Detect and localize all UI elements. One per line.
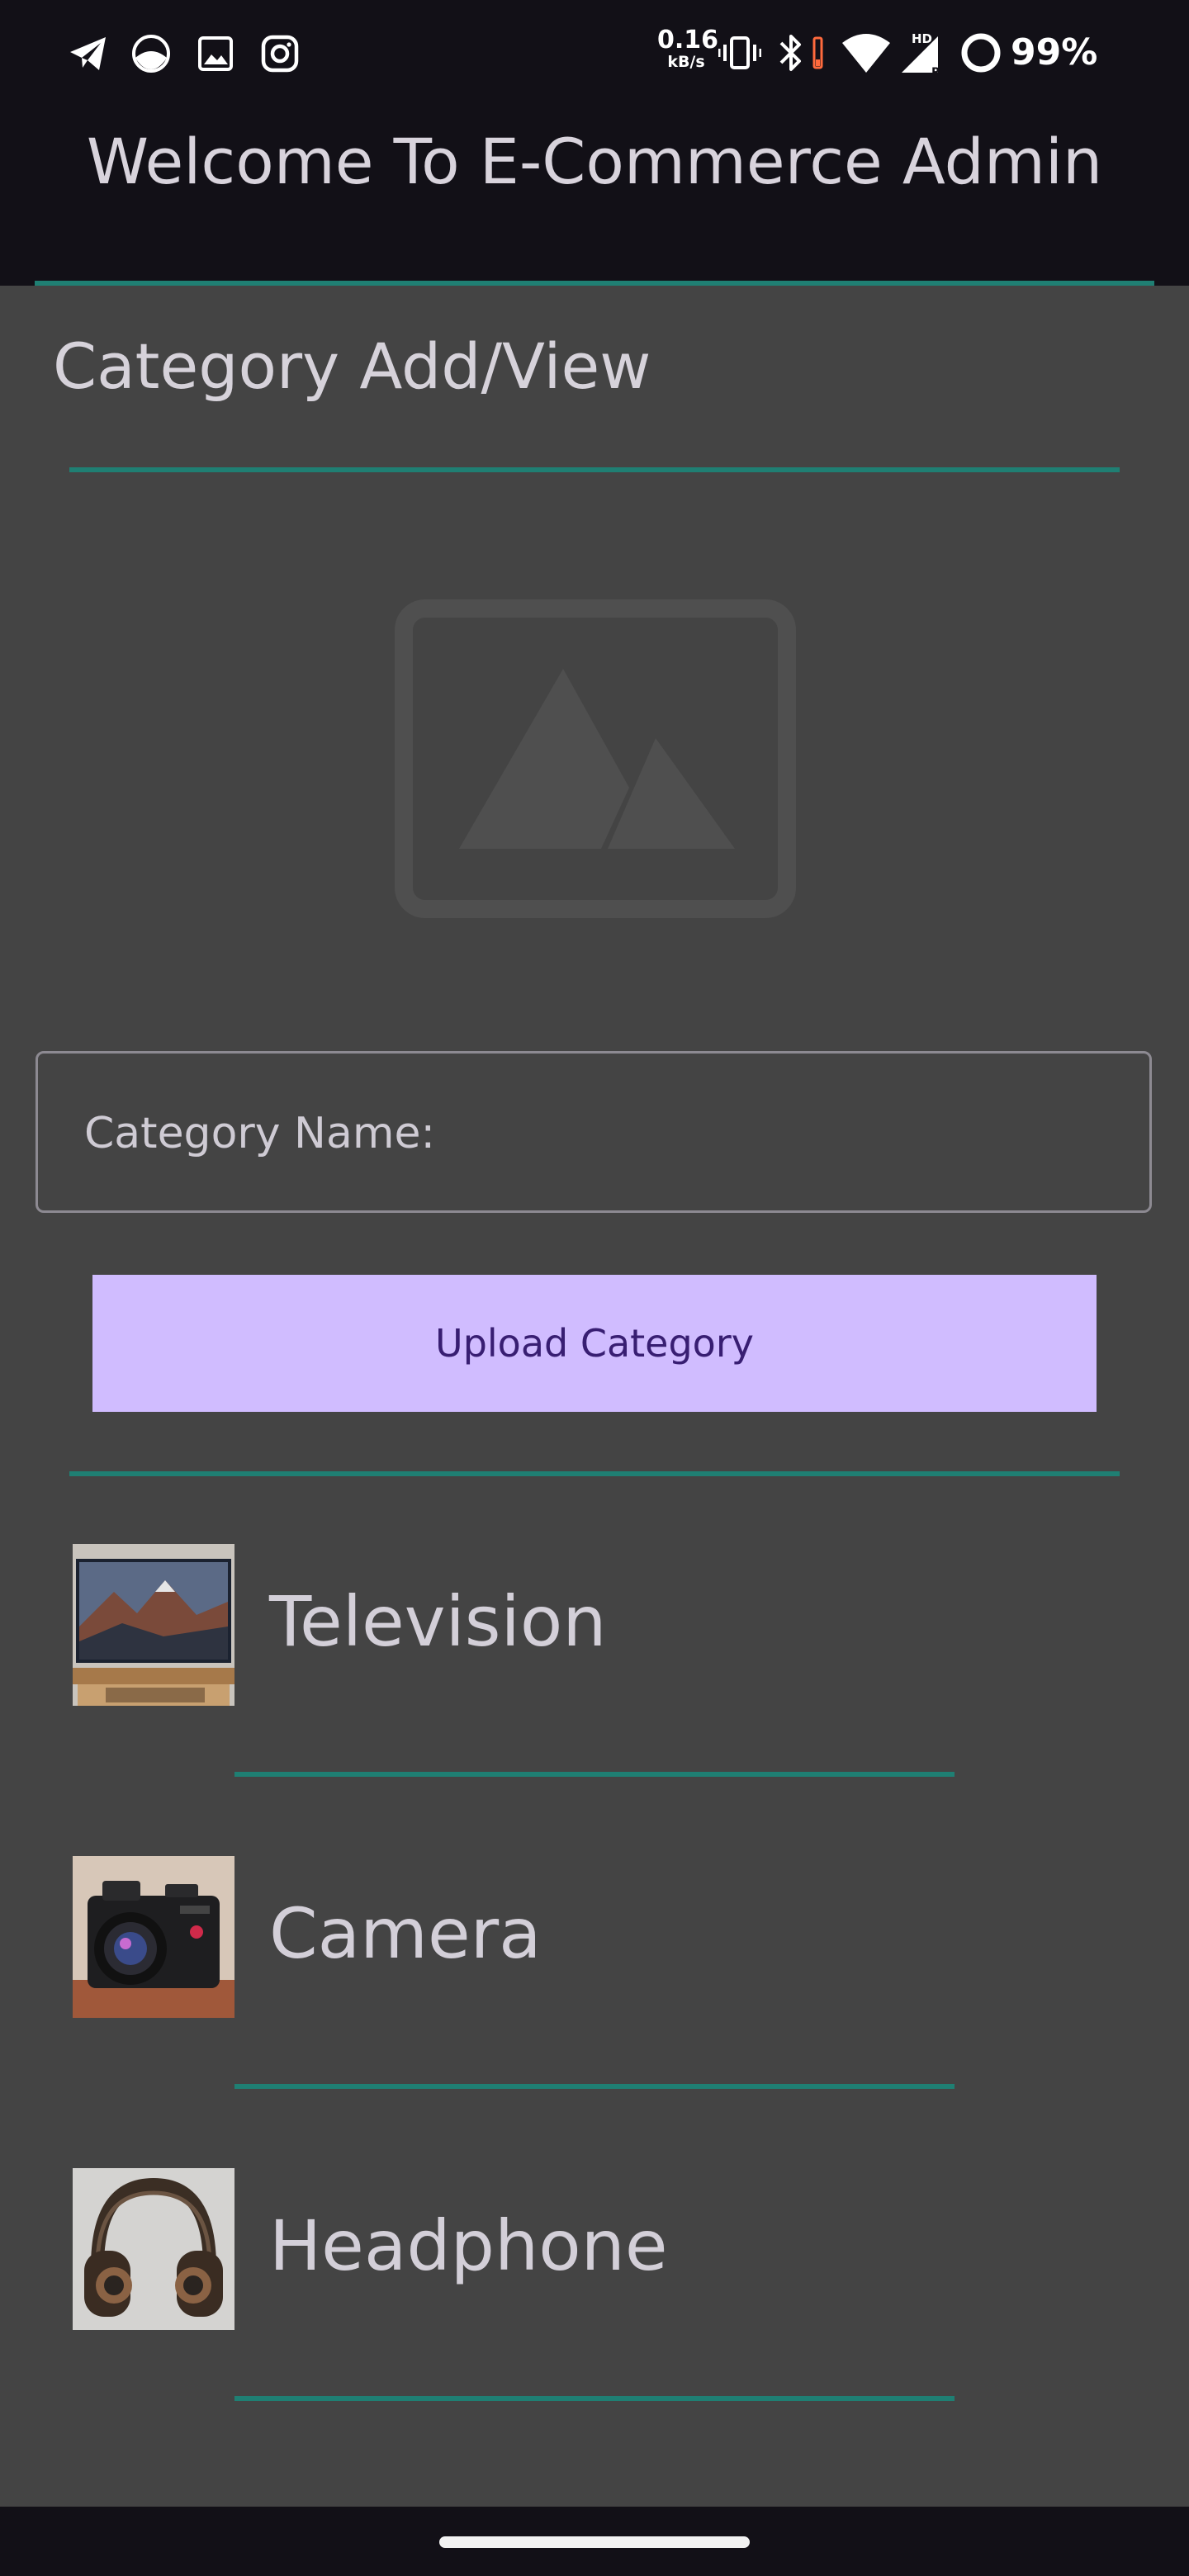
list-divider (234, 2084, 955, 2089)
television-thumbnail (73, 1544, 234, 1706)
upload-category-button[interactable]: Upload Category (92, 1275, 1097, 1412)
category-name: Television (269, 1581, 607, 1662)
category-name: Headphone (269, 2205, 668, 2286)
list-item[interactable]: Camera (0, 1856, 1189, 2168)
section-title: Category Add/View (53, 329, 651, 403)
network-speed: 0.16 kB/s (657, 26, 719, 71)
network-speed-value: 0.16 (657, 26, 719, 54)
camera-thumbnail (73, 1856, 234, 2018)
instagram-icon (261, 35, 299, 73)
image-placeholder-icon[interactable] (395, 599, 796, 918)
category-name-label: Category Name: (84, 1109, 435, 1158)
section-divider (69, 467, 1120, 472)
signal-icon: HD R (902, 31, 940, 78)
image-icon (198, 36, 233, 71)
list-item[interactable]: Headphone (0, 2168, 1189, 2480)
list-divider (234, 1772, 955, 1777)
app-bar: 0.16 kB/s HD R 99% Welcome To E-Commerce… (0, 0, 1189, 286)
category-name-field[interactable]: Category Name: (36, 1051, 1152, 1213)
form-divider (69, 1471, 1120, 1476)
battery-percentage: 99% (1011, 31, 1098, 73)
bluetooth-icon (779, 35, 823, 71)
header-divider (35, 281, 1154, 286)
hd-label: HD (912, 31, 932, 46)
home-gesture-handle[interactable] (439, 2536, 750, 2548)
app-title: Welcome To E-Commerce Admin (86, 125, 1103, 198)
list-item[interactable]: Television (0, 1544, 1189, 1856)
vibrate-icon (718, 36, 761, 69)
battery-icon (961, 33, 1001, 73)
category-name: Camera (269, 1893, 542, 1974)
status-bar: 0.16 kB/s HD R 99% (0, 0, 1189, 104)
roaming-label: R (931, 66, 940, 78)
wifi-icon (842, 34, 890, 73)
gallery-icon (132, 35, 170, 73)
telegram-icon (70, 37, 106, 70)
list-divider (234, 2396, 955, 2401)
network-speed-unit: kB/s (667, 53, 705, 71)
headphone-thumbnail (73, 2168, 234, 2330)
navigation-bar (0, 2507, 1189, 2576)
